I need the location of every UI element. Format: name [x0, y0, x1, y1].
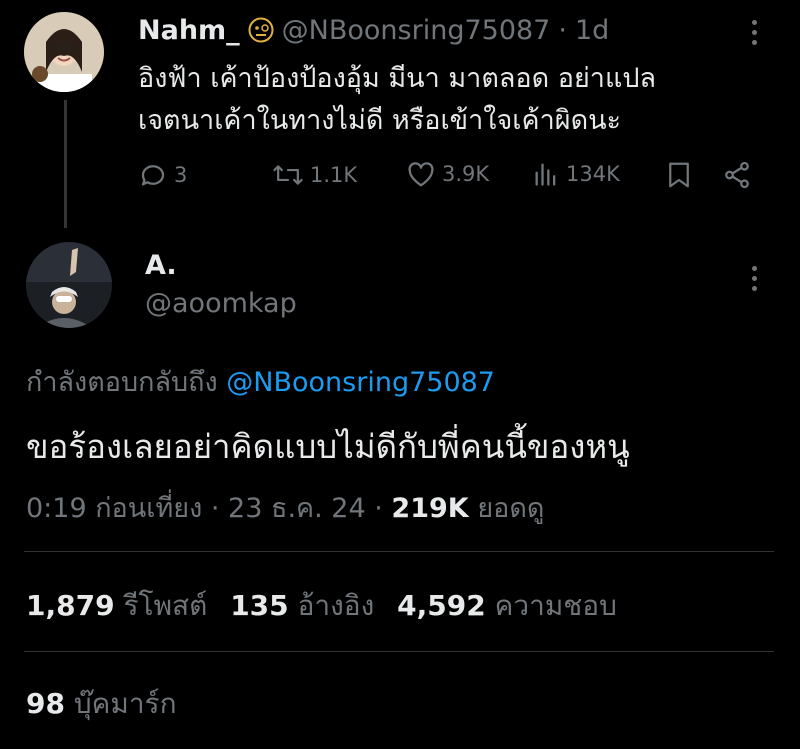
tweet-time[interactable]: 0:19 ก่อนเที่ยง — [26, 493, 202, 524]
parent-display-name[interactable]: Nahm_ — [138, 15, 240, 46]
reposts-stat[interactable]: 1,879 รีโพสต์ — [26, 589, 216, 622]
views-button[interactable]: 134K — [532, 160, 620, 188]
quotes-stat-count: 135 — [230, 589, 289, 622]
reposts-stat-label: รีโพสต์ — [123, 589, 208, 622]
replying-to-label: กำลังตอบกลับถึง — [26, 367, 218, 398]
share-icon — [725, 161, 749, 189]
reply-button[interactable]: 3 — [138, 160, 187, 190]
quotes-stat[interactable]: 135 อ้างอิง — [230, 589, 383, 622]
parent-time[interactable]: 1d — [575, 15, 609, 46]
tweet-views-label: ยอดดู — [477, 493, 545, 524]
repost-count: 1.1K — [310, 163, 358, 187]
parent-more-options-icon[interactable] — [752, 20, 757, 45]
tweet-meta-line: 0:19 ก่อนเที่ยง · 23 ธ.ค. 24 · 219K ยอดด… — [26, 486, 544, 529]
views-bar-chart-icon — [535, 163, 556, 186]
views-count: 134K — [566, 162, 620, 186]
avatar-nahm[interactable] — [24, 12, 104, 92]
avatar-aoomkap[interactable] — [26, 242, 112, 328]
bookmarks-stat-count: 98 — [26, 687, 65, 720]
repost-button[interactable]: 1.1K — [272, 160, 357, 190]
reposts-stat-count: 1,879 — [26, 589, 115, 622]
divider — [24, 651, 774, 652]
tweet-date[interactable]: 23 ธ.ค. 24 — [228, 493, 366, 524]
avatar-image — [24, 12, 104, 92]
like-button[interactable]: 3.9K — [406, 160, 489, 188]
repost-icon — [273, 165, 303, 185]
parent-tweet-header: Nahm_ @NBoonsring75087 · 1d — [138, 12, 609, 48]
replying-to-handle-link[interactable]: @NBoonsring75087 — [226, 367, 495, 398]
like-count: 3.9K — [442, 162, 490, 186]
separator-dot: · — [210, 493, 220, 524]
separator-dot: · — [374, 493, 383, 524]
main-tweet-text: ขอร้องเลยอย่าคิดแบบไม่ดีกับพี่คนนี้ของหน… — [26, 427, 630, 466]
parent-text-line-1: อิงฟ้า เค้าป้องป้องอุ้ม มีนา มาตลอด อย่า… — [138, 63, 657, 94]
reply-icon — [141, 165, 165, 186]
tweet-views-count: 219K — [391, 493, 469, 524]
avatar-image — [26, 242, 112, 328]
main-display-name[interactable]: A. — [145, 250, 177, 281]
bookmarks-stat[interactable]: 98 บุ๊คมาร์ก — [26, 682, 177, 726]
likes-stat-count: 4,592 — [397, 589, 486, 622]
main-handle[interactable]: @aoomkap — [145, 288, 297, 319]
bookmarks-stat-label: บุ๊คมาร์ก — [73, 687, 177, 720]
thread-connector-line — [64, 100, 67, 228]
quotes-stat-label: อ้างอิง — [297, 589, 375, 622]
monocle-face-icon — [248, 17, 274, 43]
heart-icon — [408, 162, 434, 187]
reply-count: 3 — [174, 163, 188, 187]
stats-row: 1,879 รีโพสต์ 135 อ้างอิง 4,592 ความชอบ — [26, 584, 617, 628]
bookmark-icon — [669, 162, 689, 188]
main-more-options-icon[interactable] — [752, 266, 757, 291]
share-button[interactable] — [722, 160, 752, 190]
divider — [24, 551, 774, 552]
replying-to-line: กำลังตอบกลับถึง @NBoonsring75087 — [26, 360, 495, 403]
likes-stat[interactable]: 4,592 ความชอบ — [397, 589, 617, 622]
parent-tweet-text: อิงฟ้า เค้าป้องป้องอุ้ม มีนา มาตลอด อย่า… — [138, 58, 656, 142]
likes-stat-label: ความชอบ — [494, 589, 617, 622]
parent-text-line-2: เจตนาเค้าในทางไม่ดี หรือเข้าใจเค้าผิดนะ — [138, 105, 622, 136]
parent-handle[interactable]: @NBoonsring75087 — [282, 15, 551, 46]
separator-dot: · — [558, 14, 567, 46]
bookmark-button[interactable] — [665, 160, 693, 190]
